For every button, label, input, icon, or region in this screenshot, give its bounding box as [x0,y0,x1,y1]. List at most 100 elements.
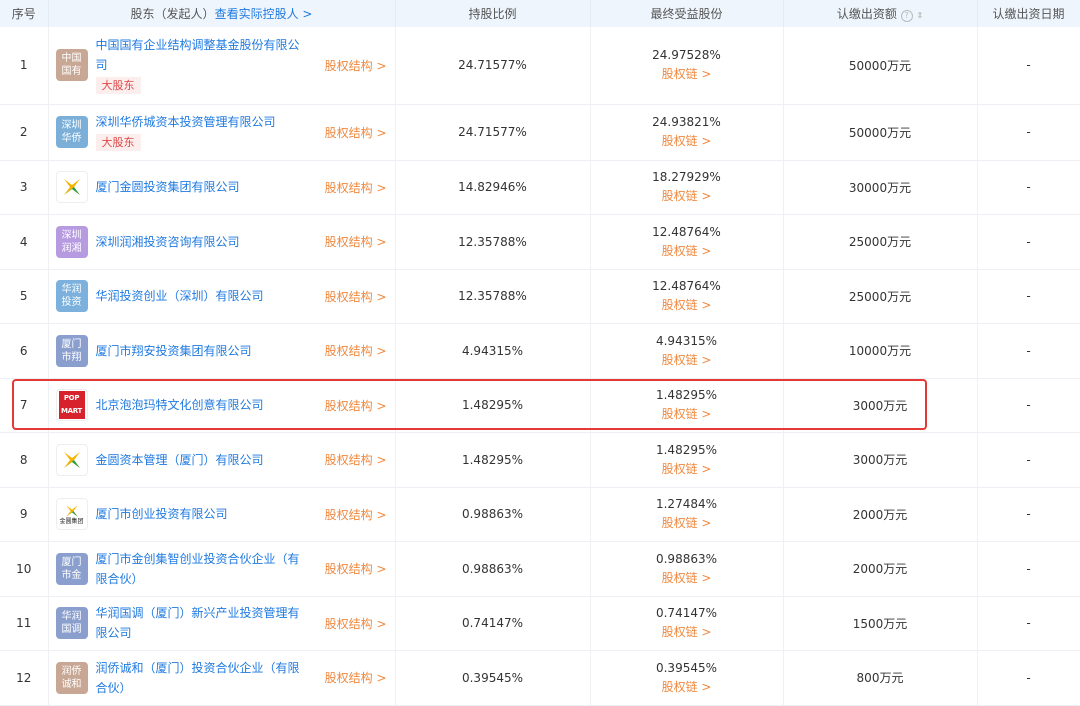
benefit-value: 0.39545% [655,660,718,675]
equity-structure-link[interactable]: 股权结构 > [325,397,387,414]
equity-chain-link[interactable]: 股权链 > [591,65,783,82]
equity-chain-link[interactable]: 股权链 > [591,569,783,586]
logo-text: 润侨诚和 [61,665,82,690]
amount-cell: 50000万元 [783,104,978,161]
equity-structure-link[interactable]: 股权结构 > [325,560,387,577]
shareholder-name-link[interactable]: 深圳华侨城资本投资管理有限公司 [96,112,301,132]
benefit-value: 1.48295% [655,388,718,403]
company-logo: 深圳润湘 [55,225,88,258]
benefit-cell: 1.27484% 股权链 > [590,487,784,542]
equity-structure-link[interactable]: 股权结构 > [325,179,387,196]
ratio-cell: 14.82946% [395,160,591,215]
row-index: 4 [0,214,49,270]
shareholder-name-link[interactable]: 厦门市创业投资有限公司 [96,504,301,524]
equity-structure-link[interactable]: 股权结构 > [325,233,387,250]
equity-structure-link[interactable]: 股权结构 > [325,342,387,359]
equity-chain-link[interactable]: 股权链 > [591,678,783,695]
amount-cell: 3000万元 [783,432,978,488]
equity-chain-link[interactable]: 股权链 > [591,296,783,313]
shareholder-name-link[interactable]: 华润国调（厦门）新兴产业投资管理有限公司 [96,603,301,643]
header-shareholder-label: 股东（发起人） [130,7,215,21]
shareholder-name-link[interactable]: 深圳润湘投资咨询有限公司 [96,232,301,252]
header-amount[interactable]: 认缴出资额 ? ⇕ [783,0,978,27]
help-icon[interactable]: ? [900,10,913,22]
date-cell: - [977,214,1080,270]
amount-cell: 30000万元 [783,160,978,215]
header-amount-label: 认缴出资额 [836,7,897,21]
date-cell: - [977,269,1080,324]
equity-chain-link[interactable]: 股权链 > [591,623,783,640]
view-controller-link[interactable]: 查看实际控股人 > [215,7,313,21]
row-index: 9 [0,487,49,542]
equity-structure-link[interactable]: 股权结构 > [325,124,387,141]
amount-cell: 50000万元 [783,27,978,105]
row-index: 5 [0,269,49,324]
table-row: 2 深圳华侨 深圳华侨城资本投资管理有限公司 大股东 股权结构 > 24.71577%… [0,104,1080,161]
equity-chain-link[interactable]: 股权链 > [591,242,783,259]
shareholder-name-link[interactable]: 润侨诚和（厦门）投资合伙企业（有限合伙） [96,658,301,698]
benefit-cell: 1.48295% 股权链 > [590,378,784,433]
date-cell: - [977,27,1080,105]
equity-structure-link[interactable]: 股权结构 > [325,669,387,686]
company-logo [55,171,88,204]
sort-icon[interactable]: ⇕ [916,11,923,20]
table-row: 3 厦门金圆投资集团有限公司 股权结构 > 14.82946% 18.27929%… [0,160,1080,215]
benefit-cell: 0.39545% 股权链 > [590,650,784,706]
shareholder-cell: 华润投资 华润投资创业（深圳）有限公司 股权结构 > [48,269,396,324]
table-row: 12 润侨诚和 润侨诚和（厦门）投资合伙企业（有限合伙） 股权结构 > 0.3954… [0,650,1080,706]
benefit-value: 1.27484% [655,497,718,512]
equity-structure-link[interactable]: 股权结构 > [325,506,387,523]
ratio-cell: 1.48295% [395,378,591,433]
shareholder-name-link[interactable]: 厦门市金创集智创业投资合伙企业（有限合伙） [96,549,301,589]
amount-cell: 3000万元 [783,378,978,433]
shareholder-cell: 厦门市金 厦门市金创集智创业投资合伙企业（有限合伙） 股权结构 > [48,541,396,597]
benefit-cell: 0.98863% 股权链 > [590,541,784,597]
benefit-cell: 18.27929% 股权链 > [590,160,784,215]
equity-chain-link[interactable]: 股权链 > [591,460,783,477]
shareholder-name-link[interactable]: 厦门市翔安投资集团有限公司 [96,341,301,361]
equity-chain-link[interactable]: 股权链 > [591,405,783,422]
equity-chain-link[interactable]: 股权链 > [591,132,783,149]
shareholder-cell: 厦门金圆投资集团有限公司 股权结构 > [48,160,396,215]
ratio-cell: 24.71577% [395,104,591,161]
equity-structure-link[interactable]: 股权结构 > [325,288,387,305]
ratio-cell: 4.94315% [395,323,591,379]
equity-structure-link[interactable]: 股权结构 > [325,615,387,632]
ratio-cell: 12.35788% [395,214,591,270]
date-cell: - [977,650,1080,706]
logo-text: 金圆集团 [59,517,84,525]
shareholder-name-link[interactable]: 华润投资创业（深圳）有限公司 [96,286,301,306]
table-row: 5 华润投资 华润投资创业（深圳）有限公司 股权结构 > 12.35788% 12.… [0,269,1080,324]
equity-chain-link[interactable]: 股权链 > [591,351,783,368]
major-shareholder-badge: 大股东 [95,134,141,151]
shareholder-name-link[interactable]: 北京泡泡玛特文化创意有限公司 [96,395,301,415]
company-logo: 深圳华侨 [55,116,88,148]
amount-cell: 25000万元 [783,214,978,270]
equity-chain-link[interactable]: 股权链 > [591,514,783,531]
row-index: 3 [0,160,49,215]
logo-text: 深圳润湘 [61,229,82,254]
shareholder-table: 序号 股东（发起人）查看实际控股人 > 持股比例 最终受益股份 认缴出资额 ? … [0,0,1080,706]
benefit-cell: 4.94315% 股权链 > [590,323,784,379]
equity-structure-link[interactable]: 股权结构 > [325,57,387,74]
amount-cell: 1500万元 [783,596,978,651]
shareholder-name-link[interactable]: 中国国有企业结构调整基金股份有限公司 [96,35,301,75]
row-index: 2 [0,104,49,161]
benefit-value: 18.27929% [652,170,721,185]
shareholder-cell: 深圳华侨 深圳华侨城资本投资管理有限公司 大股东 股权结构 > [48,104,396,161]
shareholder-name-link[interactable]: 金圆资本管理（厦门）有限公司 [96,450,301,470]
equity-chain-link[interactable]: 股权链 > [591,187,783,204]
table-row: 8 金圆资本管理（厦门）有限公司 股权结构 > 1.48295% 1.48295%… [0,432,1080,488]
ratio-cell: 0.98863% [395,487,591,542]
header-ratio: 持股比例 [395,0,591,27]
shareholder-name-link[interactable]: 厦门金圆投资集团有限公司 [96,177,301,197]
ratio-cell: 0.98863% [395,541,591,597]
company-logo: 厦门市翔 [55,334,88,367]
equity-structure-link[interactable]: 股权结构 > [325,451,387,468]
benefit-value: 4.94315% [655,333,718,348]
date-cell: - [977,378,1080,433]
date-cell: - [977,487,1080,542]
shareholder-cell: 润侨诚和 润侨诚和（厦门）投资合伙企业（有限合伙） 股权结构 > [48,650,396,706]
logo-text: 华润投资 [61,284,82,309]
company-logo: 金圆集团 [55,498,88,531]
